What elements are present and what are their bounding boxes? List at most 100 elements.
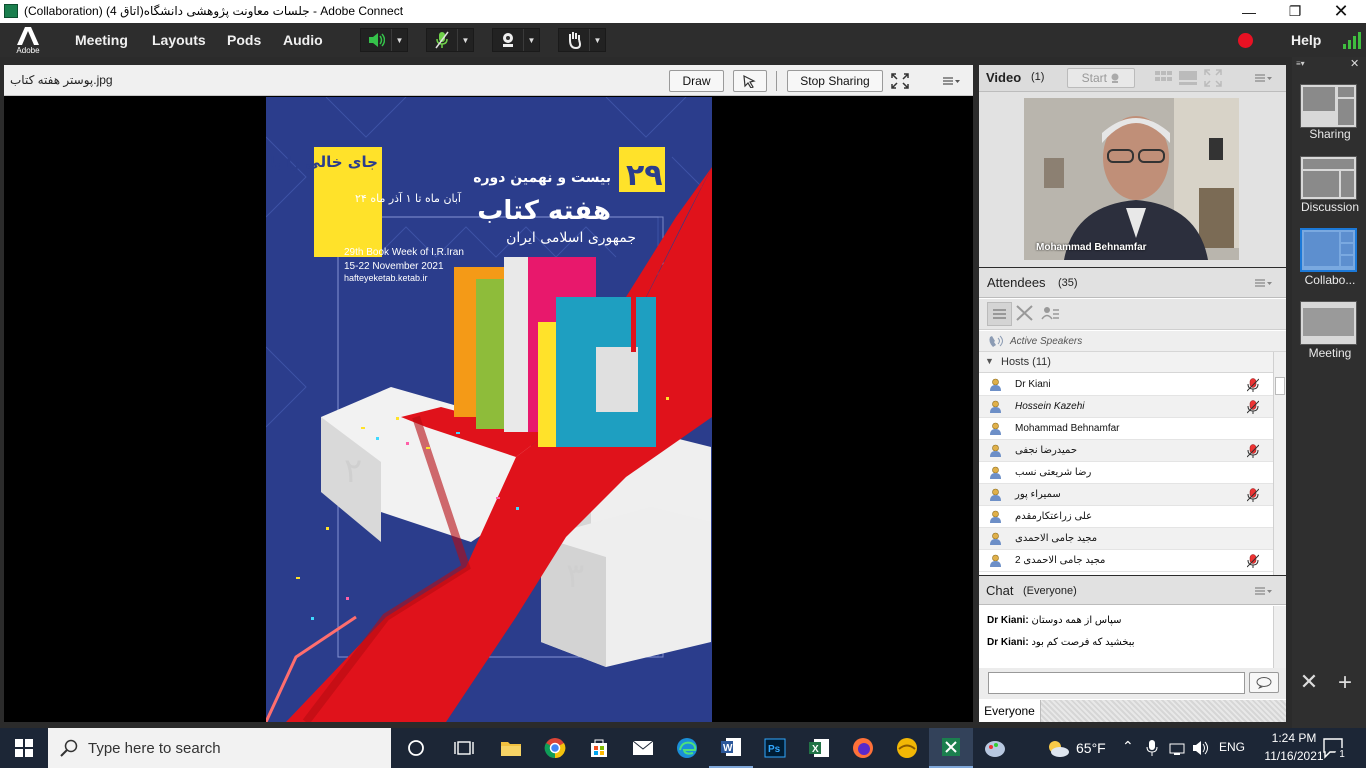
network-icon[interactable] [1168, 740, 1186, 756]
breakout-icon[interactable] [1013, 302, 1038, 326]
svg-text:Ps: Ps [768, 744, 781, 755]
minimize-button[interactable]: — [1226, 0, 1272, 23]
attendee-row[interactable]: Mohammad Behnamfar [979, 418, 1273, 440]
attendee-row[interactable]: حمیدرضا نجفی [979, 440, 1273, 462]
chrome-icon[interactable] [533, 728, 577, 768]
adobe-connect-taskbar-icon[interactable] [929, 728, 973, 768]
attendee-row[interactable]: Dr Kiani [979, 374, 1273, 396]
language-indicator[interactable]: ENG [1219, 740, 1245, 754]
chevron-down-icon[interactable]: ▼ [523, 29, 539, 51]
svg-text:۲: ۲ [344, 451, 362, 491]
list-view-icon[interactable] [987, 302, 1012, 326]
excel-icon[interactable]: X [797, 728, 841, 768]
chevron-down-icon[interactable]: ▼ [457, 29, 473, 51]
scrollbar-thumb[interactable] [1275, 377, 1285, 395]
fullscreen-icon[interactable] [1204, 69, 1222, 87]
pod-menu-icon[interactable] [1253, 584, 1273, 598]
layout-label-meeting[interactable]: Meeting [1294, 346, 1366, 360]
layout-thumb-meeting[interactable] [1300, 301, 1357, 345]
app-icon-paint[interactable] [973, 728, 1017, 768]
webcam-icon[interactable] [493, 29, 523, 51]
close-button[interactable]: ✕ [1318, 0, 1364, 23]
speaker-icon[interactable] [361, 29, 391, 51]
attendee-row[interactable]: مجید جامی الاحمدی [979, 528, 1273, 550]
cortana-icon[interactable] [394, 728, 438, 768]
clock-time[interactable]: 1:24 PM [1262, 731, 1326, 745]
file-explorer-icon[interactable] [489, 728, 533, 768]
layout-label-sharing[interactable]: Sharing [1294, 127, 1366, 141]
attendee-row[interactable]: رضا شریعتی نسب [979, 462, 1273, 484]
stop-sharing-button[interactable]: Stop Sharing [787, 70, 883, 92]
send-message-button[interactable] [1249, 672, 1279, 693]
clock-date[interactable]: 11/16/2021 [1256, 749, 1332, 763]
chevron-down-icon[interactable]: ▼ [391, 29, 407, 51]
pod-menu-icon[interactable] [1253, 71, 1273, 85]
chat-title: Chat [986, 583, 1014, 598]
attendees-pod: Attendees (35) Active Speakers ▼ Hosts (… [979, 268, 1286, 575]
microphone-muted-icon[interactable] [427, 29, 457, 51]
task-view-icon[interactable] [442, 728, 486, 768]
fullscreen-icon[interactable] [891, 73, 909, 89]
close-icon[interactable]: ✕ [1350, 57, 1359, 70]
menu-layouts[interactable]: Layouts [152, 32, 206, 48]
draw-button[interactable]: Draw [669, 70, 724, 92]
raise-hand-control[interactable]: ▼ [558, 28, 606, 52]
attendee-host-icon [990, 532, 1001, 545]
status-view-icon[interactable] [1039, 302, 1064, 326]
attendee-list-scrollbar[interactable] [1273, 352, 1286, 575]
chat-scrollbar[interactable] [1273, 606, 1286, 668]
menu-audio[interactable]: Audio [283, 32, 323, 48]
menu-help[interactable]: Help [1291, 32, 1321, 48]
layout-thumb-discussion[interactable] [1300, 156, 1357, 200]
hand-icon[interactable] [559, 29, 589, 51]
attendee-host-icon [990, 444, 1001, 457]
layout-thumb-collaboration[interactable] [1300, 228, 1357, 272]
volume-icon[interactable] [1192, 740, 1210, 756]
chat-message: Dr Kiani: سپاس از همه دوستان [987, 615, 1122, 626]
chat-input[interactable] [988, 672, 1245, 694]
poster-url: hafteyeketab.ketab.ir [344, 273, 428, 283]
app-icon-yellow[interactable] [885, 728, 929, 768]
pointer-button[interactable] [733, 70, 767, 92]
record-indicator-icon[interactable] [1238, 33, 1253, 48]
chevron-up-icon[interactable]: ⌃ [1122, 738, 1134, 755]
pod-menu-icon[interactable] [1253, 276, 1273, 290]
word-icon[interactable]: W [709, 728, 753, 768]
poster-country: جمهوری اسلامی ایران [506, 230, 636, 246]
weather-icon[interactable] [1046, 738, 1070, 758]
layout-thumb-sharing[interactable] [1300, 84, 1357, 128]
hosts-group-header[interactable]: ▼ Hosts (11) [979, 352, 1273, 373]
mail-icon[interactable] [621, 728, 665, 768]
filmstrip-view-icon[interactable] [1178, 69, 1198, 87]
layouts-menu-icon[interactable]: ≡▾ [1296, 59, 1320, 69]
attendee-row[interactable]: Hossein Kazehi [979, 396, 1273, 418]
collapse-triangle-icon[interactable]: ▼ [985, 356, 994, 366]
restore-button[interactable]: ❐ [1272, 0, 1318, 23]
delete-layout-icon[interactable]: ✕ [1294, 669, 1324, 699]
microphone-icon[interactable] [1145, 739, 1159, 757]
store-icon[interactable] [577, 728, 621, 768]
photoshop-icon[interactable]: Ps [753, 728, 797, 768]
edge-icon[interactable] [665, 728, 709, 768]
attendee-row[interactable]: علی زراعتکارمقدم [979, 506, 1273, 528]
chevron-down-icon[interactable]: ▼ [589, 29, 605, 51]
layout-label-discussion[interactable]: Discussion [1294, 200, 1366, 214]
camera-control[interactable]: ▼ [492, 28, 540, 52]
menu-meeting[interactable]: Meeting [75, 32, 128, 48]
start-video-button[interactable]: Start [1067, 68, 1135, 88]
layout-label-collaboration[interactable]: Collabo... [1294, 273, 1366, 287]
windows-start-button[interactable] [2, 728, 46, 768]
firefox-icon[interactable] [841, 728, 885, 768]
attendee-row[interactable]: سمیراء پور [979, 484, 1273, 506]
attendee-row[interactable]: مجید جامی الاحمدی 2 [979, 550, 1273, 572]
chat-text: ببخشید که فرصت کم بود [1031, 637, 1135, 648]
add-layout-icon[interactable]: + [1330, 669, 1360, 699]
taskbar-search-box[interactable]: Type here to search [48, 728, 391, 768]
menu-pods[interactable]: Pods [227, 32, 261, 48]
microphone-control[interactable]: ▼ [426, 28, 474, 52]
weather-temperature[interactable]: 65°F [1076, 740, 1106, 756]
grid-view-icon[interactable] [1154, 69, 1174, 87]
chat-tab-everyone[interactable]: Everyone [979, 700, 1041, 722]
pod-menu-icon[interactable] [941, 74, 961, 88]
speaker-control[interactable]: ▼ [360, 28, 408, 52]
